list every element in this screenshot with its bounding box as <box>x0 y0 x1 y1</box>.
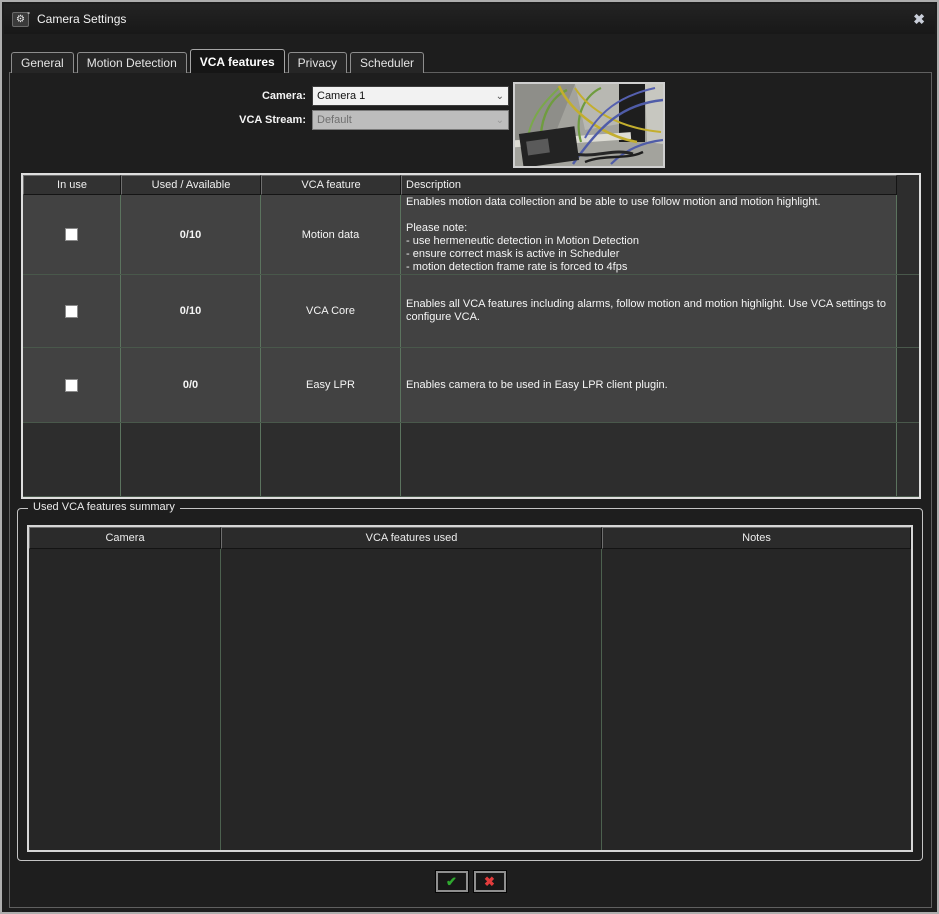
tab-label: Motion Detection <box>87 56 177 70</box>
vca-features-panel: Camera: Camera 1 ⌄ VCA Stream: Default ⌄ <box>9 72 932 908</box>
group-legend: Used VCA features summary <box>28 501 180 513</box>
cell-feature-name: VCA Core <box>261 275 401 347</box>
table-row-motion-data: 0/10 Motion data Enables motion data col… <box>23 195 919 275</box>
header-vca-feature: VCA feature <box>261 175 401 195</box>
features-table-header: In use Used / Available VCA feature Desc… <box>23 175 919 195</box>
chevron-down-icon: ⌄ <box>496 91 504 102</box>
cell-in-use <box>23 348 121 422</box>
cell-spacer <box>897 348 919 422</box>
feature-name: VCA Core <box>306 305 355 317</box>
cell-empty <box>401 423 897 496</box>
header-notes: Notes <box>602 527 911 549</box>
description-text: Enables all VCA features including alarm… <box>406 298 886 324</box>
table-row-vca-core: 0/10 VCA Core Enables all VCA features i… <box>23 275 919 348</box>
tab-motion-detection[interactable]: Motion Detection <box>77 52 187 73</box>
window-title: Camera Settings <box>37 12 126 26</box>
gear-icon: ⚙ ° <box>12 12 29 27</box>
table-row-easy-lpr: 0/0 Easy LPR Enables camera to be used i… <box>23 348 919 423</box>
cell-in-use <box>23 195 121 274</box>
cell-empty <box>121 423 261 496</box>
ok-button[interactable]: ✔ <box>436 871 468 892</box>
cell-spacer <box>897 275 919 347</box>
summary-table-header: Camera VCA features used Notes <box>29 527 911 549</box>
tab-general[interactable]: General <box>11 52 74 73</box>
cell-description: Enables all VCA features including alarm… <box>401 275 897 347</box>
header-description: Description <box>401 175 897 195</box>
vca-stream-select-value: Default <box>317 114 352 126</box>
cell-empty <box>261 423 401 496</box>
camera-settings-dialog: ⚙ ° Camera Settings ✖ General Motion Det… <box>0 0 939 914</box>
cell-feature-name: Easy LPR <box>261 348 401 422</box>
summary-table-body <box>29 549 911 850</box>
camera-preview-image <box>513 82 665 168</box>
header-in-use: In use <box>23 175 121 195</box>
mini-gear-icon: ° <box>27 9 30 22</box>
header-used-available: Used / Available <box>121 175 261 195</box>
titlebar: ⚙ ° Camera Settings ✖ <box>4 4 935 34</box>
cancel-button[interactable]: ✖ <box>474 871 506 892</box>
cell-in-use <box>23 275 121 347</box>
feature-name: Easy LPR <box>306 379 355 391</box>
tab-privacy[interactable]: Privacy <box>288 52 347 73</box>
description-text: Enables motion data collection and be ab… <box>406 196 821 274</box>
in-use-checkbox[interactable] <box>65 305 78 318</box>
header-camera: Camera <box>29 527 221 549</box>
cell-empty <box>23 423 121 496</box>
tab-label: Privacy <box>298 56 337 70</box>
tab-bar: General Motion Detection VCA features Pr… <box>11 49 427 73</box>
vca-stream-select[interactable]: Default ⌄ <box>312 110 509 130</box>
in-use-checkbox[interactable] <box>65 379 78 392</box>
gear-glyph: ⚙ <box>16 14 25 25</box>
cell-used-available: 0/10 <box>121 195 261 274</box>
header-vca-features-used: VCA features used <box>221 527 602 549</box>
tab-scheduler[interactable]: Scheduler <box>350 52 424 73</box>
cell-description: Enables camera to be used in Easy LPR cl… <box>401 348 897 422</box>
chevron-down-icon: ⌄ <box>496 115 504 126</box>
camera-label: Camera: <box>156 90 306 102</box>
preview-art <box>515 84 663 166</box>
header-spacer <box>897 175 919 195</box>
dialog-footer: ✔ ✖ <box>10 871 931 892</box>
cell-used-available: 0/10 <box>121 275 261 347</box>
camera-select[interactable]: Camera 1 ⌄ <box>312 86 509 106</box>
used-available-value: 0/0 <box>183 379 198 391</box>
cell-spacer <box>897 195 919 274</box>
camera-select-value: Camera 1 <box>317 90 365 102</box>
used-available-value: 0/10 <box>180 305 201 317</box>
summary-column-features <box>221 549 602 850</box>
description-text: Enables camera to be used in Easy LPR cl… <box>406 379 668 392</box>
vca-stream-label: VCA Stream: <box>156 114 306 126</box>
tab-vca-features[interactable]: VCA features <box>190 49 285 73</box>
vca-features-table: In use Used / Available VCA feature Desc… <box>21 173 921 499</box>
summary-column-notes <box>602 549 911 850</box>
cell-feature-name: Motion data <box>261 195 401 274</box>
used-available-value: 0/10 <box>180 229 201 241</box>
close-icon[interactable]: ✖ <box>911 12 927 26</box>
used-vca-features-summary-group: Used VCA features summary Camera VCA fea… <box>17 508 923 861</box>
summary-table: Camera VCA features used Notes <box>27 525 913 852</box>
tab-label: VCA features <box>200 55 275 69</box>
tab-label: General <box>21 56 64 70</box>
cell-description: Enables motion data collection and be ab… <box>401 195 897 274</box>
feature-name: Motion data <box>302 229 359 241</box>
cross-icon: ✖ <box>484 875 495 888</box>
tab-label: Scheduler <box>360 56 414 70</box>
cell-empty <box>897 423 919 496</box>
table-row-empty <box>23 423 919 497</box>
cell-used-available: 0/0 <box>121 348 261 422</box>
in-use-checkbox[interactable] <box>65 228 78 241</box>
summary-column-camera <box>29 549 221 850</box>
checkmark-icon: ✔ <box>446 875 457 888</box>
